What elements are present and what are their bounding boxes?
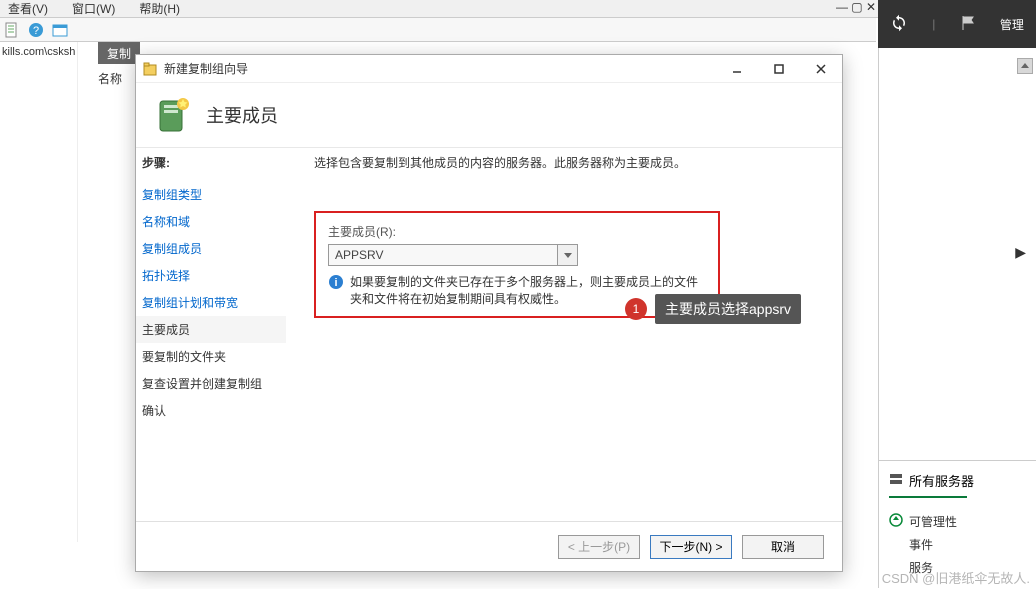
wizard-titlebar: 新建复制组向导 xyxy=(136,55,842,83)
wizard-header: 主要成员 xyxy=(136,83,842,148)
close-button[interactable] xyxy=(800,56,842,82)
wizard-title: 新建复制组向导 xyxy=(164,60,716,77)
manageability-label: 可管理性 xyxy=(909,513,957,530)
new-doc-icon[interactable] xyxy=(4,22,20,38)
step-replication-group-type[interactable]: 复制组类型 xyxy=(142,181,286,208)
primary-member-combo[interactable] xyxy=(328,244,578,266)
toolbar: ? xyxy=(0,18,876,42)
wizard-instruction: 选择包含要复制到其他成员的内容的服务器。此服务器称为主要成员。 xyxy=(314,154,824,171)
wizard-header-icon xyxy=(150,93,194,137)
callout-text: 主要成员选择appsrv xyxy=(655,294,801,324)
right-panel: ▶ 所有服务器 可管理性 事件 服务 xyxy=(878,48,1036,588)
window-btn-set[interactable]: — ▢ ✕ xyxy=(836,0,876,14)
server-icon xyxy=(889,472,903,489)
step-confirmation: 确认 xyxy=(142,397,286,424)
svg-text:i: i xyxy=(334,277,337,289)
step-primary-member[interactable]: 主要成员 xyxy=(136,316,286,343)
wizard-footer: < 上一步(P) 下一步(N) > 取消 xyxy=(136,521,842,571)
cancel-button[interactable]: 取消 xyxy=(742,535,824,559)
wizard-heading: 主要成员 xyxy=(206,102,278,128)
primary-member-label: 主要成员(R): xyxy=(328,223,706,240)
flag-icon[interactable] xyxy=(960,15,976,34)
all-servers-label: 所有服务器 xyxy=(909,471,974,490)
callout-number: 1 xyxy=(625,298,647,320)
previous-button[interactable]: < 上一步(P) xyxy=(558,535,640,559)
menu-window[interactable]: 窗口(W) xyxy=(72,0,115,17)
dark-header-panel: | 管理 xyxy=(878,0,1036,48)
menu-view[interactable]: 查看(V) xyxy=(8,0,48,17)
tree-domain-node[interactable]: kills.com\csksh xyxy=(2,46,75,58)
menu-help[interactable]: 帮助(H) xyxy=(139,0,180,17)
step-replication-members[interactable]: 复制组成员 xyxy=(142,235,286,262)
scroll-up-button[interactable] xyxy=(1017,58,1033,74)
step-folders-to-replicate: 要复制的文件夹 xyxy=(142,343,286,370)
all-servers-title: 所有服务器 xyxy=(889,471,1026,496)
help-icon[interactable]: ? xyxy=(28,22,44,38)
wizard-steps-nav: 步骤: 复制组类型 名称和域 复制组成员 拓扑选择 复制组计划和带宽 主要成员 … xyxy=(136,148,286,538)
info-icon: i xyxy=(328,274,344,290)
expand-right-icon[interactable]: ▶ xyxy=(1015,244,1026,261)
events-row[interactable]: 事件 xyxy=(889,533,1026,556)
arrow-up-icon xyxy=(889,513,903,530)
left-tree: kills.com\csksh xyxy=(0,42,78,542)
events-label: 事件 xyxy=(909,536,933,553)
wizard-title-icon xyxy=(142,61,158,77)
refresh-icon[interactable] xyxy=(890,14,908,35)
combo-dropdown-button[interactable] xyxy=(558,244,578,266)
steps-label: 步骤: xyxy=(142,154,286,171)
manage-label[interactable]: 管理 xyxy=(1000,16,1024,33)
calendar-icon[interactable] xyxy=(52,22,68,38)
manageability-row[interactable]: 可管理性 xyxy=(889,510,1026,533)
step-name-and-domain[interactable]: 名称和域 xyxy=(142,208,286,235)
svg-text:?: ? xyxy=(33,25,39,37)
maximize-button[interactable] xyxy=(758,56,800,82)
primary-member-input[interactable] xyxy=(328,244,558,266)
next-button[interactable]: 下一步(N) > xyxy=(650,535,732,559)
step-review-create: 复查设置并创建复制组 xyxy=(142,370,286,397)
watermark: CSDN @旧港纸伞无故人. xyxy=(882,568,1030,587)
step-topology-selection[interactable]: 拓扑选择 xyxy=(142,262,286,289)
chevron-down-icon xyxy=(564,248,572,262)
section-underline xyxy=(889,496,967,498)
column-header-name: 名称 xyxy=(98,70,122,87)
copy-tab[interactable]: 复制 xyxy=(98,42,140,64)
annotation-callout: 1 主要成员选择appsrv xyxy=(625,294,801,324)
wizard-content: 选择包含要复制到其他成员的内容的服务器。此服务器称为主要成员。 主要成员(R):… xyxy=(286,148,842,538)
step-schedule-bandwidth[interactable]: 复制组计划和带宽 xyxy=(142,289,286,316)
minimize-button[interactable] xyxy=(716,56,758,82)
